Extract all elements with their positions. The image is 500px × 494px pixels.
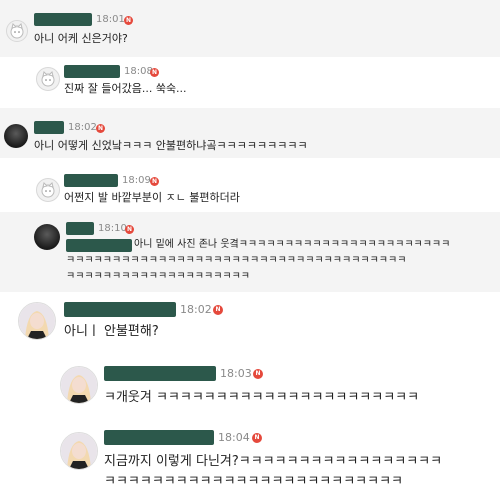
new-badge: N	[150, 177, 159, 186]
message-text: 지금까지 이렇게 다닌겨?ㅋㅋㅋㅋㅋㅋㅋㅋㅋㅋㅋㅋㅋㅋㅋㅋㅋ	[104, 454, 443, 469]
timestamp: 18:03	[220, 367, 252, 380]
message-row: 18:04 N 지금까지 이렇게 다닌겨?ㅋㅋㅋㅋㅋㅋㅋㅋㅋㅋㅋㅋㅋㅋㅋㅋㅋ ㅋ…	[0, 424, 500, 494]
girl-profile-avatar[interactable]	[60, 432, 98, 470]
redacted-username	[64, 174, 118, 187]
new-badge: N	[150, 68, 159, 77]
redacted-username	[64, 65, 120, 78]
cat-avatar-icon[interactable]	[6, 20, 28, 42]
timestamp: 18:02	[68, 122, 97, 133]
timestamp: 18:08	[124, 66, 153, 77]
message-text: ㅋㅋㅋㅋㅋㅋㅋㅋㅋㅋㅋㅋㅋㅋㅋㅋㅋㅋㅋㅋㅋㅋㅋㅋㅋㅋㅋㅋㅋㅋㅋㅋㅋㅋㅋㅋㅋ	[66, 255, 407, 266]
timestamp: 18:02	[180, 303, 212, 316]
timestamp: 18:10	[98, 223, 127, 234]
message-text: 아니ㅣ 안불편해?	[64, 324, 159, 339]
new-badge: N	[213, 305, 223, 315]
message-text: 아니 밑에 사진 존나 웃곀ㅋㅋㅋㅋㅋㅋㅋㅋㅋㅋㅋㅋㅋㅋㅋㅋㅋㅋㅋㅋㅋㅋㅋ	[134, 239, 451, 250]
message-row: 18:01 N 아니 어케 신은거야?	[0, 0, 500, 57]
message-row: 18:03 N ㅋ개웃겨 ㅋㅋㅋㅋㅋㅋㅋㅋㅋㅋㅋㅋㅋㅋㅋㅋㅋㅋㅋㅋㅋㅋ	[0, 360, 500, 420]
new-badge: N	[253, 369, 263, 379]
message-row: 18:02 N 아니 어떻게 신었낰ㅋㅋㅋ 안불편하냐곸ㅋㅋㅋㅋㅋㅋㅋㅋㅋ	[0, 108, 500, 158]
redacted-username	[104, 366, 216, 381]
message-text: 아니 어떻게 신었낰ㅋㅋㅋ 안불편하냐곸ㅋㅋㅋㅋㅋㅋㅋㅋㅋ	[34, 139, 308, 152]
message-row: 18:10 N 아니 밑에 사진 존나 웃곀ㅋㅋㅋㅋㅋㅋㅋㅋㅋㅋㅋㅋㅋㅋㅋㅋㅋㅋ…	[0, 212, 500, 292]
girl-profile-avatar[interactable]	[18, 302, 56, 340]
timestamp: 18:04	[218, 431, 250, 444]
redacted-username	[34, 13, 92, 26]
timestamp: 18:01	[96, 14, 125, 25]
new-badge: N	[252, 433, 262, 443]
redacted-username	[66, 222, 94, 235]
message-row: 18:09 N 어쩐지 발 바깥부분이 ㅈㄴ 불편하더라	[0, 158, 500, 208]
message-text: ㅋ개웃겨 ㅋㅋㅋㅋㅋㅋㅋㅋㅋㅋㅋㅋㅋㅋㅋㅋㅋㅋㅋㅋㅋㅋ	[104, 390, 420, 405]
girl-profile-avatar[interactable]	[60, 366, 98, 404]
redacted-username	[34, 121, 64, 134]
redacted-username	[104, 430, 214, 445]
redacted-username	[64, 302, 176, 317]
new-badge: N	[125, 225, 134, 234]
message-text: 아니 어케 신은거야?	[34, 32, 128, 45]
new-badge: N	[124, 16, 133, 25]
message-text: ㅋㅋㅋㅋㅋㅋㅋㅋㅋㅋㅋㅋㅋㅋㅋㅋㅋㅋㅋㅋ	[66, 271, 250, 282]
message-text: 어쩐지 발 바깥부분이 ㅈㄴ 불편하더라	[64, 191, 240, 204]
new-badge: N	[96, 124, 105, 133]
dark-profile-avatar[interactable]	[4, 124, 28, 148]
message-text: 진짜 잘 들어갔음... 쑥숙...	[64, 82, 187, 95]
timestamp: 18:09	[122, 175, 151, 186]
dark-profile-avatar[interactable]	[34, 224, 60, 250]
cat-avatar-icon[interactable]	[36, 67, 60, 91]
message-row: 18:08 N 진짜 잘 들어갔음... 쑥숙...	[0, 57, 500, 107]
message-text: ㅋㅋㅋㅋㅋㅋㅋㅋㅋㅋㅋㅋㅋㅋㅋㅋㅋㅋㅋㅋㅋㅋㅋㅋㅋ	[104, 474, 404, 489]
redacted-mention	[66, 239, 132, 252]
message-row: 18:02 N 아니ㅣ 안불편해?	[0, 292, 500, 354]
cat-avatar-icon[interactable]	[36, 178, 60, 202]
